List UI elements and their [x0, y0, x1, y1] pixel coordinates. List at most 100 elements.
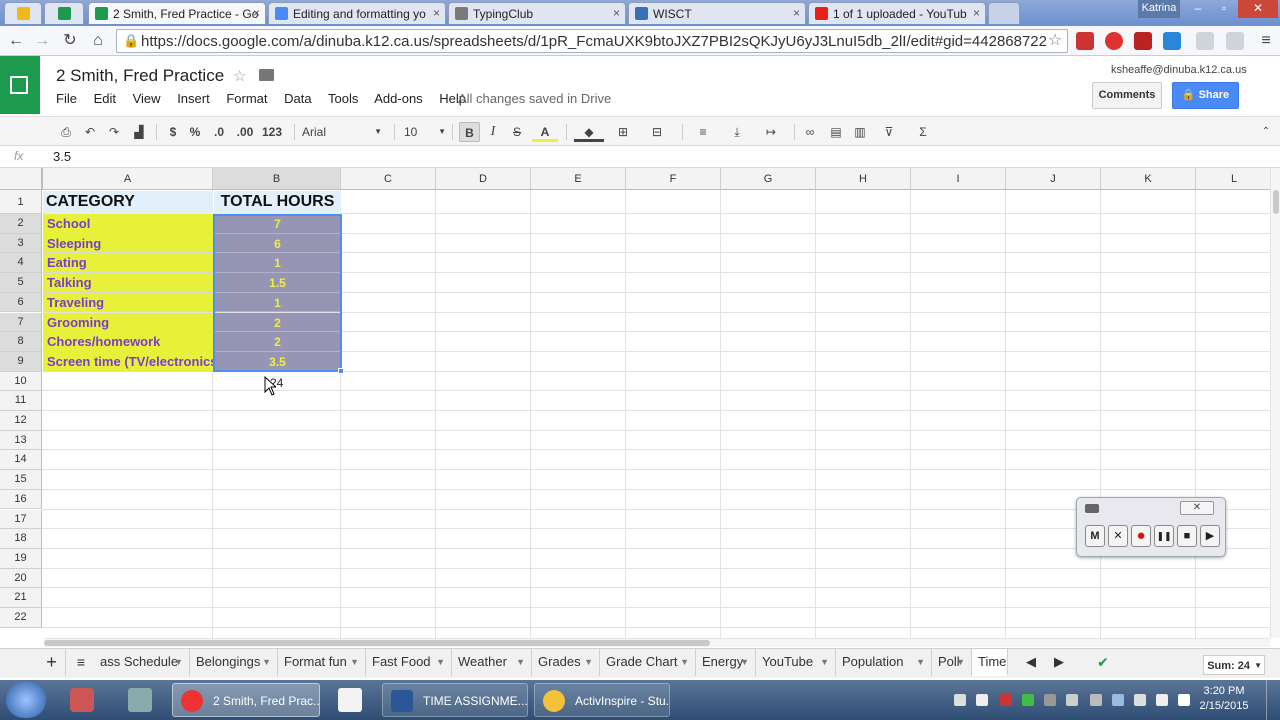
row-header-18[interactable]: 18 [0, 529, 42, 549]
browser-tab-editing[interactable]: Editing and formatting yo × [268, 2, 446, 24]
menu-data[interactable]: Data [284, 91, 311, 106]
cell-hours[interactable]: 3.5 [214, 351, 341, 372]
horizontal-scrollbar[interactable] [44, 638, 1270, 647]
chevron-down-icon[interactable]: ▼ [584, 649, 593, 675]
column-header-l[interactable]: L [1196, 168, 1270, 190]
close-icon[interactable]: × [433, 6, 440, 20]
close-icon[interactable]: × [973, 6, 980, 20]
row-header-22[interactable]: 22 [0, 608, 42, 628]
sheet-tab[interactable]: Weather ▼ [452, 649, 532, 676]
maximize-button[interactable]: ▫ [1211, 0, 1237, 18]
sheets-logo[interactable] [0, 56, 40, 114]
column-header-b[interactable]: B [213, 168, 341, 190]
gmail-extension-icon[interactable] [1076, 32, 1094, 50]
chevron-down-icon[interactable]: ▼ [516, 649, 525, 675]
recorder-mode-button[interactable]: M [1085, 525, 1105, 547]
chevron-down-icon[interactable]: ▼ [916, 649, 925, 675]
record-button[interactable]: ● [1131, 525, 1151, 547]
close-window-button[interactable]: ✕ [1238, 0, 1278, 18]
sheet-tab[interactable]: Population ▼ [836, 649, 932, 676]
increase-decimal-button[interactable]: .00 [232, 122, 258, 142]
document-title[interactable]: 2 Smith, Fred Practice [56, 66, 224, 86]
sheet-tab[interactable]: Format fun ▼ [278, 649, 366, 676]
fill-handle[interactable] [338, 368, 344, 374]
merge-cells-icon[interactable]: ⊟ [642, 122, 672, 142]
extension-icon[interactable] [1226, 32, 1244, 50]
tray-icon[interactable] [976, 694, 988, 706]
row-header-8[interactable]: 8 [0, 332, 42, 352]
font-size-select[interactable]: 10 ▼ [404, 122, 446, 142]
play-button[interactable]: ▶ [1200, 525, 1220, 547]
cell-hours[interactable]: 2 [214, 312, 341, 333]
row-header-5[interactable]: 5 [0, 273, 42, 293]
redo-icon[interactable]: ↷ [104, 122, 124, 142]
chevron-down-icon[interactable]: ▼ [956, 649, 965, 675]
all-sheets-icon[interactable]: ≡ [68, 649, 94, 676]
row-header-19[interactable]: 19 [0, 548, 42, 569]
chevron-down-icon[interactable]: ▼ [680, 649, 689, 675]
close-icon[interactable]: × [793, 6, 800, 20]
more-formats-button[interactable]: 123 [258, 122, 286, 142]
row-header-12[interactable]: 12 [0, 411, 42, 431]
sheet-tab[interactable]: Belongings ▼ [190, 649, 278, 676]
chevron-down-icon[interactable]: ▼ [436, 649, 445, 675]
close-icon[interactable]: × [253, 6, 260, 20]
browser-tab-youtube[interactable]: 1 of 1 uploaded - YouTub × [808, 2, 986, 24]
cell-hours[interactable]: 6 [214, 233, 341, 254]
scroll-tabs-left-icon[interactable]: ◀ [1020, 649, 1042, 676]
cell-a1-category[interactable]: CATEGORY [43, 191, 213, 214]
browser-tab-sheets[interactable] [44, 2, 84, 24]
menu-file[interactable]: File [56, 91, 77, 106]
tray-icon[interactable] [1044, 694, 1056, 706]
taskbar-chrome[interactable]: 2 Smith, Fred Prac... [172, 683, 320, 717]
chevron-down-icon[interactable]: ▼ [820, 649, 829, 675]
cell-category[interactable]: School [43, 214, 213, 234]
row-header-16[interactable]: 16 [0, 489, 42, 510]
currency-button[interactable]: $ [164, 122, 182, 142]
comment-icon[interactable]: ▤ [826, 122, 846, 142]
tray-icon[interactable] [1022, 694, 1034, 706]
column-header-a[interactable]: A [43, 168, 213, 190]
menu-add-ons[interactable]: Add-ons [374, 91, 422, 106]
column-header-c[interactable]: C [341, 168, 436, 190]
print-icon[interactable]: ⎙ [56, 122, 76, 142]
user-badge[interactable]: Katrina [1138, 0, 1180, 18]
italic-button[interactable]: I [484, 122, 502, 142]
horizontal-scroll-thumb[interactable] [44, 640, 710, 646]
star-icon[interactable]: ☆ [233, 67, 246, 85]
collapse-toolbar-icon[interactable]: ⌃ [1256, 122, 1276, 142]
link-icon[interactable]: ∞ [800, 122, 820, 142]
system-clock[interactable]: 3:20 PM 2/15/2015 [1194, 684, 1254, 714]
sheet-tab[interactable]: Grade Chart ▼ [600, 649, 696, 676]
new-tab-button[interactable] [988, 2, 1020, 24]
chart-icon[interactable]: ▥ [850, 122, 870, 142]
cell-category[interactable]: Chores/homework [43, 332, 213, 352]
menu-format[interactable]: Format [226, 91, 267, 106]
filter-icon[interactable]: ⊽ [874, 122, 904, 142]
sheet-tab[interactable]: Time [972, 649, 1008, 676]
chevron-down-icon[interactable]: ▼ [262, 649, 271, 675]
cell-category[interactable]: Screen time (TV/electronics) [43, 351, 213, 372]
row-header-9[interactable]: 9 [0, 351, 42, 372]
row-header-6[interactable]: 6 [0, 292, 42, 313]
close-icon[interactable]: × [613, 6, 620, 20]
extension-icon[interactable] [1196, 32, 1214, 50]
functions-icon[interactable]: Σ [910, 122, 936, 142]
cell-hours[interactable]: 1 [214, 253, 341, 274]
extension-icon[interactable] [1105, 32, 1123, 50]
menu-view[interactable]: View [133, 91, 161, 106]
tray-icon[interactable] [1090, 694, 1102, 706]
column-header-h[interactable]: H [816, 168, 911, 190]
font-family-select[interactable]: Arial ▼ [302, 122, 382, 142]
sheet-tab[interactable]: ass Schedule ▼ [94, 649, 190, 676]
recorder-close-button[interactable]: ✕ [1180, 501, 1214, 515]
taskbar-activinspire[interactable]: ActivInspire - Stu... [534, 683, 670, 717]
folder-icon[interactable] [259, 69, 274, 81]
chevron-down-icon[interactable]: ▼ [740, 649, 749, 675]
tray-icon[interactable] [954, 694, 966, 706]
paint-format-icon[interactable]: ▟ [128, 122, 150, 142]
minimize-button[interactable]: – [1185, 0, 1211, 18]
row-header-11[interactable]: 11 [0, 391, 42, 411]
menu-tools[interactable]: Tools [328, 91, 358, 106]
percent-button[interactable]: % [186, 122, 204, 142]
